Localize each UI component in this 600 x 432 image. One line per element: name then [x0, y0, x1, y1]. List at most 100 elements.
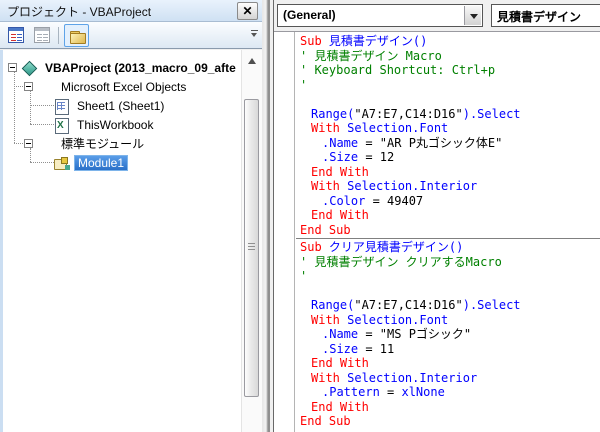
- code-line[interactable]: Range("A7:E7,C14:D16").Select: [296, 298, 600, 313]
- code-token: =: [380, 385, 402, 399]
- code-token: Range(: [311, 107, 354, 121]
- code-line[interactable]: .Pattern = xlNone: [296, 385, 600, 400]
- tree-item[interactable]: 標準モジュール: [3, 134, 244, 153]
- toolbar-overflow-icon[interactable]: [251, 30, 260, 37]
- code-token: ' Keyboard Shortcut: Ctrl+p: [300, 63, 495, 77]
- code-token: End Sub: [300, 223, 351, 237]
- code-line[interactable]: End Sub: [296, 223, 600, 238]
- code-line[interactable]: End With: [296, 165, 600, 180]
- project-icon: [21, 60, 37, 76]
- toolbar-separator: [58, 27, 59, 44]
- code-token: ).Select: [463, 298, 521, 312]
- code-header: (General) 見積書デザイン: [274, 0, 600, 32]
- project-panel-toolbar: [0, 22, 262, 49]
- tree-item[interactable]: Microsoft Excel Objects: [3, 77, 244, 96]
- code-line[interactable]: End With: [296, 356, 600, 371]
- tree-item[interactable]: ThisWorkbook: [3, 115, 244, 134]
- tree-item[interactable]: VBAProject (2013_macro_09_afte: [3, 58, 244, 77]
- collapse-expander-icon[interactable]: [24, 82, 33, 91]
- code-token: = 49407: [365, 194, 423, 208]
- collapse-expander-icon[interactable]: [8, 63, 17, 72]
- code-editor[interactable]: Sub 見積書デザイン()' 見積書デザイン Macro' Keyboard S…: [274, 32, 600, 432]
- view-code-icon: [8, 27, 24, 43]
- code-line[interactable]: .Color = 49407: [296, 194, 600, 209]
- code-token: With: [311, 371, 347, 385]
- tree-scrollbar[interactable]: [241, 50, 262, 432]
- code-token: Selection.Interior: [347, 179, 477, 193]
- close-icon: ✕: [242, 4, 252, 18]
- code-line[interactable]: .Name = "MS Pゴシック": [296, 327, 600, 342]
- code-token: 見積書デザイン(): [329, 34, 427, 48]
- code-line[interactable]: Sub クリア見積書デザイン(): [296, 240, 600, 255]
- close-button[interactable]: ✕: [237, 2, 258, 20]
- folder-icon: [69, 28, 85, 44]
- project-explorer-panel: プロジェクト - VBAProject ✕ VBAProje: [0, 0, 262, 432]
- code-line[interactable]: With Selection.Interior: [296, 371, 600, 386]
- code-token: End With: [311, 400, 369, 414]
- code-token: = 12: [358, 150, 394, 164]
- tree-item-label[interactable]: 標準モジュール: [58, 134, 147, 153]
- code-margin-indicator-bar[interactable]: [274, 32, 295, 432]
- tree-item[interactable]: Sheet1 (Sheet1): [3, 96, 244, 115]
- code-line[interactable]: .Size = 11: [296, 342, 600, 357]
- code-token: Range(: [311, 298, 354, 312]
- scroll-up-icon[interactable]: [248, 58, 256, 64]
- code-token: Selection.Interior: [347, 371, 477, 385]
- code-window: (General) 見積書デザイン Sub 見積書デザイン()' 見積書デザイン…: [273, 0, 600, 432]
- object-dropdown-value: (General): [283, 8, 336, 22]
- folder-icon: [37, 136, 53, 152]
- code-line[interactable]: Sub 見積書デザイン(): [296, 34, 600, 49]
- toggle-folders-button[interactable]: [64, 24, 89, 47]
- scrollbar-thumb[interactable]: [244, 99, 259, 397]
- code-line[interactable]: End With: [296, 208, 600, 223]
- code-token: クリア見積書デザイン(): [329, 240, 463, 254]
- code-token: ': [300, 269, 307, 283]
- code-line[interactable]: .Name = "AR P丸ゴシック体E": [296, 136, 600, 151]
- workbook-icon: [53, 117, 69, 133]
- code-token: .Size: [322, 342, 358, 356]
- tree-item-label[interactable]: Sheet1 (Sheet1): [74, 98, 167, 114]
- tree-item-label[interactable]: Microsoft Excel Objects: [58, 79, 189, 95]
- code-line[interactable]: .Size = 12: [296, 150, 600, 165]
- code-token: End Sub: [300, 414, 351, 428]
- code-line[interactable]: End Sub: [296, 414, 600, 429]
- tree-item[interactable]: Module1: [3, 153, 244, 172]
- code-token: ': [300, 78, 307, 92]
- view-object-button[interactable]: [32, 26, 52, 45]
- code-line[interactable]: With Selection.Interior: [296, 179, 600, 194]
- collapse-expander-icon[interactable]: [24, 139, 33, 148]
- project-tree: VBAProject (2013_macro_09_afte Microsoft …: [0, 50, 262, 432]
- tree-item-label[interactable]: Module1: [74, 155, 128, 171]
- code-token: .Name: [322, 136, 358, 150]
- tree-item-label[interactable]: VBAProject (2013_macro_09_afte: [42, 60, 239, 76]
- code-line[interactable]: ': [296, 269, 600, 284]
- code-line[interactable]: With Selection.Font: [296, 313, 600, 328]
- code-line[interactable]: [296, 284, 600, 299]
- procedure-dropdown[interactable]: 見積書デザイン: [491, 4, 600, 27]
- code-token: "A7:E7,C14:D16": [354, 298, 462, 312]
- code-token: .Pattern: [322, 385, 380, 399]
- code-token: End With: [311, 165, 369, 179]
- code-token: = "AR P丸ゴシック体E": [358, 136, 502, 150]
- code-token: End With: [311, 356, 369, 370]
- code-token: .Color: [322, 194, 365, 208]
- code-line[interactable]: [296, 92, 600, 107]
- code-line[interactable]: ' 見積書デザイン Macro: [296, 49, 600, 64]
- code-line[interactable]: End With: [296, 400, 600, 415]
- panel-divider[interactable]: [262, 0, 273, 432]
- project-panel-title: プロジェクト - VBAProject: [7, 3, 151, 20]
- dropdown-arrow-icon[interactable]: [464, 6, 481, 25]
- tree-item-label[interactable]: ThisWorkbook: [74, 117, 156, 133]
- code-token: Sub: [300, 240, 329, 254]
- code-token: = "MS Pゴシック": [358, 327, 471, 341]
- code-line[interactable]: ': [296, 78, 600, 93]
- code-line[interactable]: Range("A7:E7,C14:D16").Select: [296, 107, 600, 122]
- code-line[interactable]: ' Keyboard Shortcut: Ctrl+p: [296, 63, 600, 78]
- code-line[interactable]: ' 見積書デザイン クリアするMacro: [296, 255, 600, 270]
- module-icon: [53, 155, 69, 171]
- code-token: Selection.Font: [347, 121, 448, 135]
- object-dropdown[interactable]: (General): [277, 4, 483, 27]
- code-line[interactable]: With Selection.Font: [296, 121, 600, 136]
- procedure-separator: [296, 237, 600, 240]
- view-code-button[interactable]: [6, 26, 26, 45]
